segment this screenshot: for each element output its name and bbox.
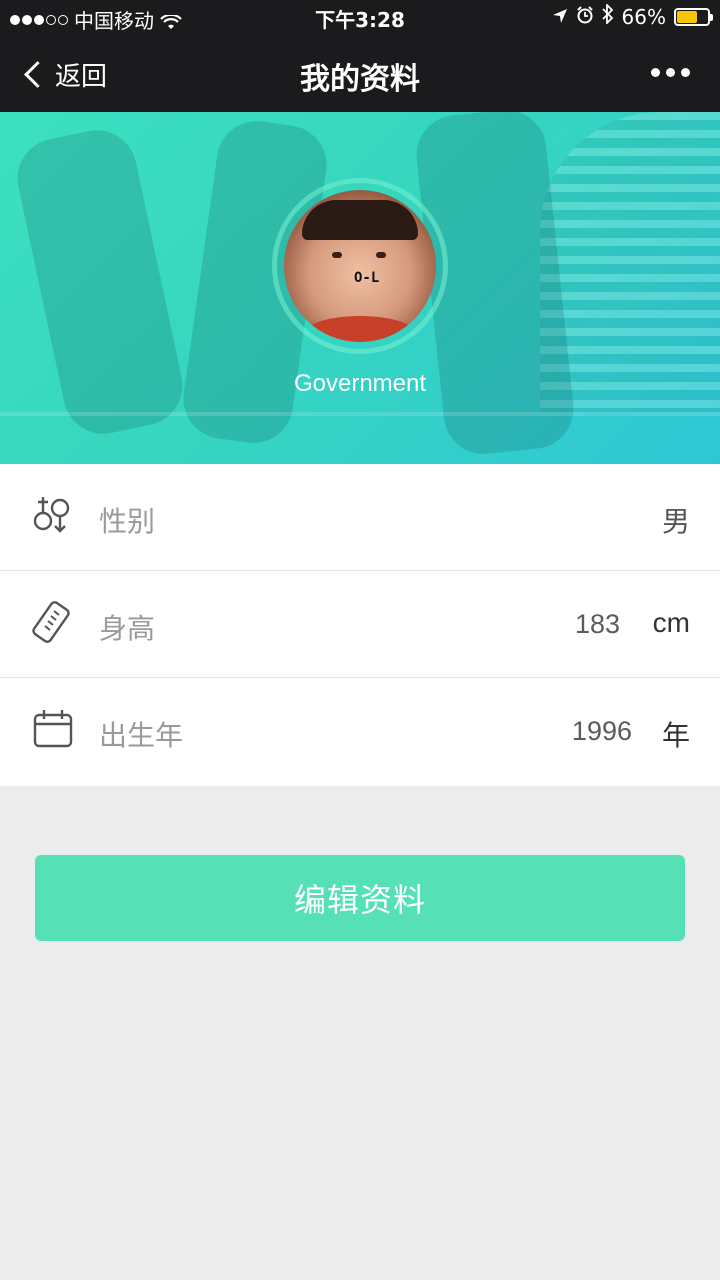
info-row-gender[interactable]: 性别 男: [0, 464, 720, 571]
gender-value: 男: [661, 506, 690, 537]
ruler-icon: [32, 601, 74, 643]
battery-percent: 66%: [621, 4, 666, 29]
height-value: 183: [574, 609, 620, 639]
battery-level-fill: [677, 10, 697, 23]
bluetooth-icon: [601, 2, 614, 29]
birth-year-value: 1996: [571, 716, 632, 746]
avatar-shirt: [304, 316, 416, 342]
location-arrow-icon: [552, 5, 568, 29]
info-row-height[interactable]: 身高 183 cm: [0, 571, 720, 678]
height-unit: cm: [652, 607, 690, 638]
more-options-button[interactable]: [651, 68, 690, 77]
status-right: 66%: [552, 2, 713, 29]
more-dot: [666, 68, 675, 77]
username: Government: [293, 370, 427, 397]
birth-year-label: 出生年: [99, 719, 184, 752]
profile-header: O-L Government: [0, 112, 720, 464]
navigation-bar: 返回 我的资料: [0, 36, 720, 112]
avatar-ring[interactable]: O-L: [272, 178, 448, 354]
gender-icon: [32, 494, 74, 536]
height-label: 身高: [99, 612, 156, 645]
battery-icon: [674, 7, 713, 26]
gender-label: 性别: [99, 505, 156, 538]
more-dot: [681, 68, 690, 77]
info-row-birth-year[interactable]: 出生年 1996 年: [0, 678, 720, 786]
status-bar: 中国移动 下午3:28 66%: [0, 0, 720, 36]
background-rail: [0, 412, 720, 416]
avatar[interactable]: O-L: [284, 190, 436, 342]
calendar-icon: [32, 708, 74, 750]
edit-profile-button[interactable]: 编辑资料: [35, 855, 685, 941]
profile-info-list: 性别 男 身高 183 cm 出生年 1996 年: [0, 464, 720, 786]
birth-year-unit: 年: [661, 720, 690, 751]
avatar-eye: [376, 252, 386, 258]
avatar-face-mark: O-L: [354, 270, 380, 286]
avatar-eye: [332, 252, 342, 258]
page-title: 我的资料: [300, 62, 420, 97]
more-dot: [651, 68, 660, 77]
alarm-clock-icon: [576, 5, 594, 29]
avatar-hair: [302, 200, 418, 240]
